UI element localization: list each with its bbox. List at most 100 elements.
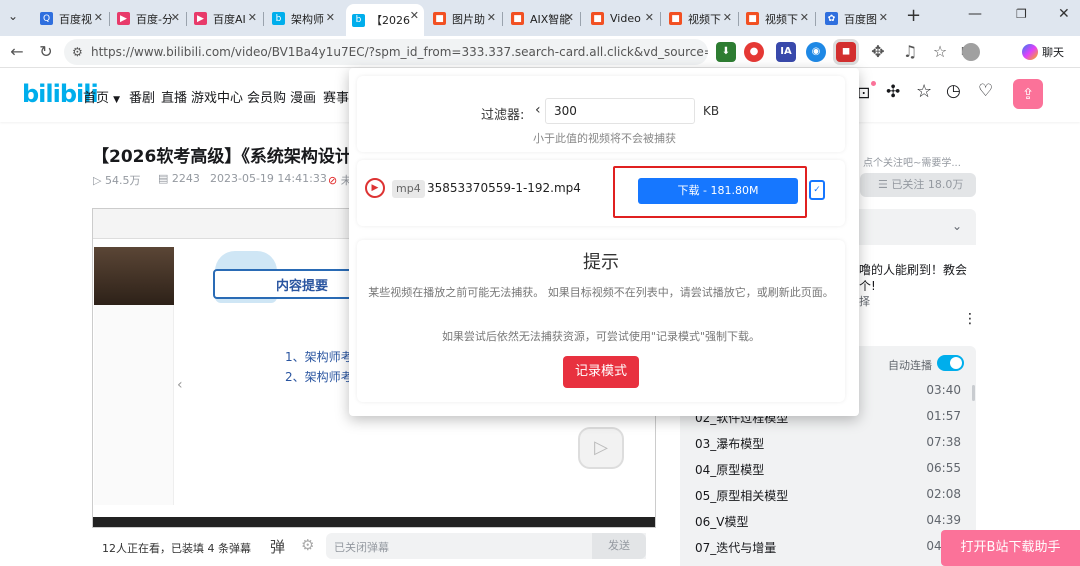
autoplay-toggle[interactable]	[937, 355, 964, 371]
tab-close-icon[interactable]: ✕	[248, 11, 257, 24]
slide-item: 1、架构师考试	[285, 350, 355, 364]
browser-tab[interactable]: ■ AIX智能 ✕	[505, 6, 579, 31]
tab-favicon-icon: ✿	[825, 12, 838, 25]
more-options-icon[interactable]: ⋮	[963, 311, 977, 327]
chevron-down-icon: ▼	[113, 95, 121, 105]
playlist-item[interactable]: 03_瀑布模型 07:38	[695, 435, 961, 452]
tab-close-icon[interactable]: ✕	[487, 11, 496, 24]
url-text: https://www.bilibili.com/video/BV1Ba4y1u…	[91, 45, 708, 59]
download-button[interactable]: 下载 - 181.80M	[638, 178, 798, 204]
tab-favicon-icon: ■	[669, 12, 682, 25]
playlist-item[interactable]: 05_原型相关模型 02:08	[695, 487, 961, 504]
browser-tab[interactable]: b 【2026 ✕	[346, 4, 424, 36]
browser-tab[interactable]: ■ Video ✕	[585, 6, 659, 31]
forbidden-icon: ⊘	[328, 174, 338, 187]
close-window-icon[interactable]: ✕	[1058, 6, 1070, 22]
open-bilibili-downloader-button[interactable]: 打开B站下载助手	[941, 530, 1080, 566]
playlist-scrollbar[interactable]	[972, 385, 975, 401]
browser-tab[interactable]: Q 百度视 ✕	[34, 6, 108, 31]
browser-tab[interactable]: ▶ 百度AI ✕	[188, 6, 262, 31]
favorites-icon[interactable]: ☆	[928, 40, 952, 64]
comment-snippet: 噜的人能刷到！教会 个! 择	[859, 263, 968, 308]
nav-game-center[interactable]: 游戏中心	[191, 87, 243, 106]
upload-button[interactable]: ⇪	[1013, 79, 1043, 109]
browser-tab[interactable]: ▶ 百度-分 ✕	[111, 6, 185, 31]
extension-colorful-icon[interactable]: ●	[744, 42, 764, 62]
filter-hint: 小于此值的视频将不会被捕获	[533, 132, 676, 145]
nav-anime[interactable]: 番剧	[129, 87, 155, 106]
favorite-star-icon[interactable]: ☆	[916, 81, 932, 102]
nav-events[interactable]: 赛事	[323, 87, 349, 106]
tab-favicon-icon: ■	[511, 12, 524, 25]
creation-bulb-icon[interactable]: ♡	[978, 81, 993, 101]
tab-close-icon[interactable]: ✕	[723, 11, 732, 24]
browser-tab[interactable]: ✿ 百度图 ✕	[819, 6, 893, 31]
file-type-badge: mp4	[392, 180, 425, 198]
reload-icon[interactable]: ↻	[34, 40, 58, 64]
nav-manga[interactable]: 漫画	[290, 87, 316, 106]
back-icon[interactable]: ←	[5, 40, 29, 64]
nav-live[interactable]: 直播	[161, 87, 187, 106]
extension-ia-icon[interactable]: IA	[776, 42, 796, 62]
extension-video-capture-icon[interactable]: ◼	[836, 42, 856, 62]
send-danmaku-button[interactable]: 发送	[592, 533, 646, 559]
file-name: 35853370559-1-192.mp4	[427, 181, 581, 195]
dynamic-icon[interactable]: ✣	[886, 82, 900, 102]
playlist-item[interactable]: 06_V模型 04:39	[695, 513, 961, 530]
tab-close-icon[interactable]: ✕	[645, 11, 654, 24]
address-bar[interactable]: ⚙ https://www.bilibili.com/video/BV1Ba4y…	[64, 39, 708, 65]
tab-favicon-icon: ■	[746, 12, 759, 25]
minimize-icon[interactable]: —	[968, 6, 982, 22]
browser-toolbar: ← ↻ ⚙ https://www.bilibili.com/video/BV1…	[0, 36, 1080, 68]
message-icon[interactable]: ⊡	[857, 81, 876, 102]
playlist-item[interactable]: 07_迭代与增量04:33	[695, 539, 961, 556]
extensions-puzzle-icon[interactable]: ✥	[866, 40, 890, 64]
playlist-item[interactable]: 04_原型模型 06:55	[695, 461, 961, 478]
tab-favicon-icon: ▶	[117, 12, 130, 25]
browser-tab[interactable]: b 架构师 ✕	[266, 6, 340, 31]
tab-close-icon[interactable]: ✕	[565, 11, 574, 24]
music-icon[interactable]: ♫	[898, 40, 922, 64]
profile-avatar[interactable]	[962, 43, 980, 61]
tab-separator	[186, 12, 187, 26]
browser-tab[interactable]: ■ 视频下 ✕	[663, 6, 737, 31]
playlist-item-duration: 01:57	[926, 409, 961, 423]
view-count: ▷ 54.5万	[93, 174, 141, 187]
tab-separator	[502, 12, 503, 26]
copilot-chat-button[interactable]: 聊天	[1022, 42, 1064, 62]
extension-blue-icon[interactable]: ◉	[806, 42, 826, 62]
play-overlay-icon[interactable]: ▷	[578, 427, 624, 469]
tab-favicon-icon: ■	[591, 12, 604, 25]
new-tab-icon[interactable]: +	[906, 5, 921, 26]
chevron-down-icon: ⌄	[951, 219, 962, 233]
follow-button[interactable]: ☰ 已关注 18.0万	[860, 173, 976, 197]
browser-tab[interactable]: ■ 视频下 ✕	[740, 6, 814, 31]
playlist-item-duration: 04:39	[926, 513, 961, 527]
tip-card: 提示 某些视频在播放之前可能无法捕获。 如果目标视频不在列表中，请尝试播放它，或…	[357, 240, 845, 402]
tab-separator	[263, 12, 264, 26]
tab-close-icon[interactable]: ✕	[879, 11, 888, 24]
tab-close-icon[interactable]: ✕	[326, 11, 335, 24]
nav-home[interactable]: 首页 ▼	[83, 87, 120, 106]
tab-close-icon[interactable]: ✕	[800, 11, 809, 24]
record-mode-button[interactable]: 记录模式	[563, 356, 639, 388]
tab-close-icon[interactable]: ✕	[410, 9, 419, 22]
tab-close-icon[interactable]: ✕	[171, 11, 180, 24]
danmaku-toggle-icon[interactable]: 弹	[270, 536, 285, 557]
browser-tab[interactable]: ■ 图片助 ✕	[427, 6, 501, 31]
filter-size-input[interactable]: 300	[545, 98, 695, 124]
playlist-item-duration: 02:08	[926, 487, 961, 501]
filter-decrease-icon[interactable]: ‹	[535, 102, 541, 118]
tab-list-chevron-icon[interactable]: ⌄	[8, 9, 18, 23]
danmaku-settings-icon[interactable]: ⚙	[301, 536, 314, 554]
preview-play-icon[interactable]: ▶	[365, 178, 385, 198]
history-clock-icon[interactable]: ◷	[946, 81, 961, 101]
restore-icon[interactable]: ❐	[1016, 7, 1027, 21]
nav-member-shop[interactable]: 会员购	[247, 87, 286, 106]
slide-prev-icon[interactable]: ‹	[177, 377, 183, 393]
site-info-icon[interactable]: ⚙	[72, 39, 83, 65]
tab-close-icon[interactable]: ✕	[94, 11, 103, 24]
copy-clipboard-icon[interactable]: ✓	[809, 180, 825, 200]
danmaku-count: ▤ 2243	[158, 172, 200, 185]
extension-green-icon[interactable]: ⬇	[716, 42, 736, 62]
